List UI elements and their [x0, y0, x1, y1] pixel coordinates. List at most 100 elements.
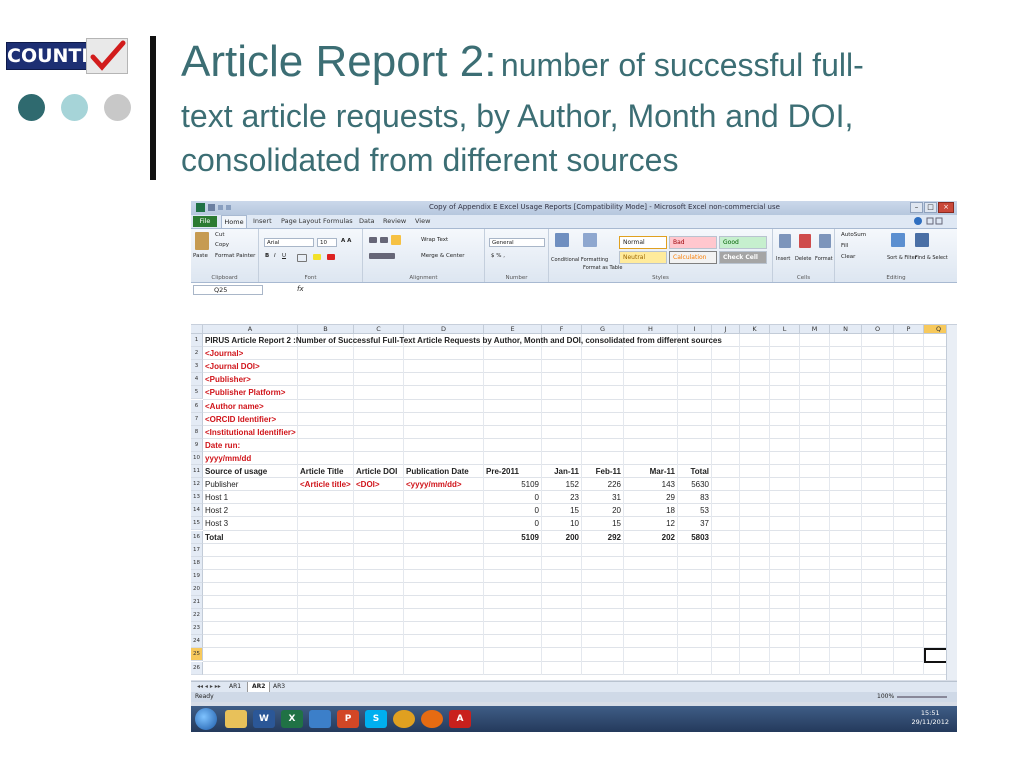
- find-select-icon[interactable]: [915, 233, 929, 247]
- source-cell[interactable]: Publisher: [205, 478, 238, 491]
- value-cell[interactable]: 226: [582, 478, 621, 491]
- align-top-icon[interactable]: [369, 237, 377, 243]
- row-header-18[interactable]: 18: [191, 556, 203, 570]
- quick-access-toolbar[interactable]: [195, 202, 241, 213]
- currency-icon[interactable]: $ % ,: [491, 253, 505, 259]
- vertical-scrollbar[interactable]: [946, 325, 957, 680]
- value-cell[interactable]: 29: [624, 491, 675, 504]
- row-header-23[interactable]: 23: [191, 622, 203, 636]
- value-cell[interactable]: 0: [484, 504, 539, 517]
- row-header-4[interactable]: 4: [191, 373, 203, 387]
- column-header-m[interactable]: M: [800, 325, 830, 334]
- table-header-cell[interactable]: Article DOI: [356, 465, 397, 478]
- column-header-k[interactable]: K: [740, 325, 770, 334]
- powerpoint-icon[interactable]: P: [337, 710, 359, 728]
- column-header-d[interactable]: D: [404, 325, 484, 334]
- format-as-table-button[interactable]: Format as Table: [583, 265, 622, 271]
- underline-icon[interactable]: U: [282, 253, 286, 259]
- firefox-icon[interactable]: [421, 710, 443, 728]
- skype-icon[interactable]: S: [365, 710, 387, 728]
- value-cell[interactable]: <yyyy/mm/dd>: [406, 478, 462, 491]
- align-bottom-icon[interactable]: [391, 235, 401, 245]
- find-select-button[interactable]: Find & Select: [915, 255, 948, 261]
- column-header-g[interactable]: G: [582, 325, 624, 334]
- insert-cells-icon[interactable]: [779, 234, 791, 248]
- source-cell[interactable]: Host 1: [205, 491, 228, 504]
- row-header-5[interactable]: 5: [191, 386, 203, 400]
- value-cell[interactable]: <Article title>: [300, 478, 351, 491]
- value-cell[interactable]: 15: [542, 504, 579, 517]
- fx-icon[interactable]: fx: [297, 285, 304, 293]
- excel-icon[interactable]: X: [281, 710, 303, 728]
- header-field-cell[interactable]: Date run:: [205, 439, 240, 452]
- tab-page-layout[interactable]: Page Layout: [281, 217, 321, 225]
- row-header-15[interactable]: 15: [191, 517, 203, 531]
- network-icon[interactable]: [309, 710, 331, 728]
- file-explorer-icon[interactable]: [225, 710, 247, 728]
- wrap-text-button[interactable]: Wrap Text: [421, 237, 448, 243]
- row-header-26[interactable]: 26: [191, 661, 203, 675]
- column-header-n[interactable]: N: [830, 325, 862, 334]
- fill-color-icon[interactable]: [313, 254, 321, 260]
- value-cell[interactable]: 5109: [484, 531, 539, 544]
- tab-home[interactable]: Home: [221, 215, 247, 228]
- maximize-icon[interactable]: □: [924, 202, 937, 213]
- delete-cells-icon[interactable]: [799, 234, 811, 248]
- value-cell[interactable]: 12: [624, 517, 675, 530]
- tab-formulas[interactable]: Formulas: [323, 217, 353, 225]
- row-header-20[interactable]: 20: [191, 582, 203, 596]
- source-cell[interactable]: Total: [205, 531, 224, 544]
- tab-view[interactable]: View: [415, 217, 430, 225]
- header-field-cell[interactable]: <Author name>: [205, 400, 264, 413]
- name-box[interactable]: Q25: [193, 285, 263, 295]
- acrobat-icon[interactable]: A: [449, 710, 471, 728]
- header-field-cell[interactable]: yyyy/mm/dd: [205, 452, 251, 465]
- style-check-cell[interactable]: Check Cell: [719, 251, 767, 264]
- value-cell[interactable]: 83: [678, 491, 709, 504]
- value-cell[interactable]: 5630: [678, 478, 709, 491]
- row-header-21[interactable]: 21: [191, 596, 203, 610]
- row-header-19[interactable]: 19: [191, 569, 203, 583]
- table-header-cell[interactable]: Total: [678, 465, 709, 478]
- merge-center-button[interactable]: Merge & Center: [421, 253, 464, 259]
- value-cell[interactable]: 18: [624, 504, 675, 517]
- row-header-1[interactable]: 1: [191, 334, 203, 348]
- word-icon[interactable]: W: [253, 710, 275, 728]
- italic-icon[interactable]: I: [274, 253, 276, 259]
- table-header-cell[interactable]: Mar-11: [624, 465, 675, 478]
- column-header-i[interactable]: I: [678, 325, 712, 334]
- copy-button[interactable]: Copy: [215, 242, 229, 248]
- cut-button[interactable]: Cut: [215, 232, 224, 238]
- bold-icon[interactable]: B: [265, 253, 269, 259]
- header-field-cell[interactable]: <Institutional Identifier>: [205, 426, 296, 439]
- row-header-10[interactable]: 10: [191, 451, 203, 465]
- header-field-cell[interactable]: <Publisher Platform>: [205, 386, 285, 399]
- help-icon[interactable]: [903, 216, 943, 228]
- row-header-9[interactable]: 9: [191, 438, 203, 452]
- minimize-icon[interactable]: –: [910, 202, 923, 213]
- column-header-f[interactable]: F: [542, 325, 582, 334]
- align-middle-icon[interactable]: [380, 237, 388, 243]
- row-header-13[interactable]: 13: [191, 491, 203, 505]
- row-header-22[interactable]: 22: [191, 609, 203, 623]
- column-header-b[interactable]: B: [298, 325, 354, 334]
- table-header-cell[interactable]: Jan-11: [542, 465, 579, 478]
- font-color-icon[interactable]: [327, 254, 335, 260]
- row-header-24[interactable]: 24: [191, 635, 203, 649]
- row-header-8[interactable]: 8: [191, 425, 203, 439]
- value-cell[interactable]: 292: [582, 531, 621, 544]
- close-icon[interactable]: ×: [938, 202, 954, 213]
- value-cell[interactable]: 5109: [484, 478, 539, 491]
- autosum-button[interactable]: AutoSum: [841, 232, 866, 238]
- number-format-select[interactable]: General: [489, 238, 545, 247]
- format-button[interactable]: Format: [815, 256, 833, 262]
- value-cell[interactable]: 15: [582, 517, 621, 530]
- zoom-slider[interactable]: [897, 696, 947, 698]
- value-cell[interactable]: 23: [542, 491, 579, 504]
- value-cell[interactable]: 31: [582, 491, 621, 504]
- column-header-o[interactable]: O: [862, 325, 894, 334]
- format-table-icon[interactable]: [583, 233, 597, 247]
- chrome-icon[interactable]: [393, 710, 415, 728]
- row-header-16[interactable]: 16: [191, 530, 203, 544]
- row-header-25[interactable]: 25: [191, 648, 203, 662]
